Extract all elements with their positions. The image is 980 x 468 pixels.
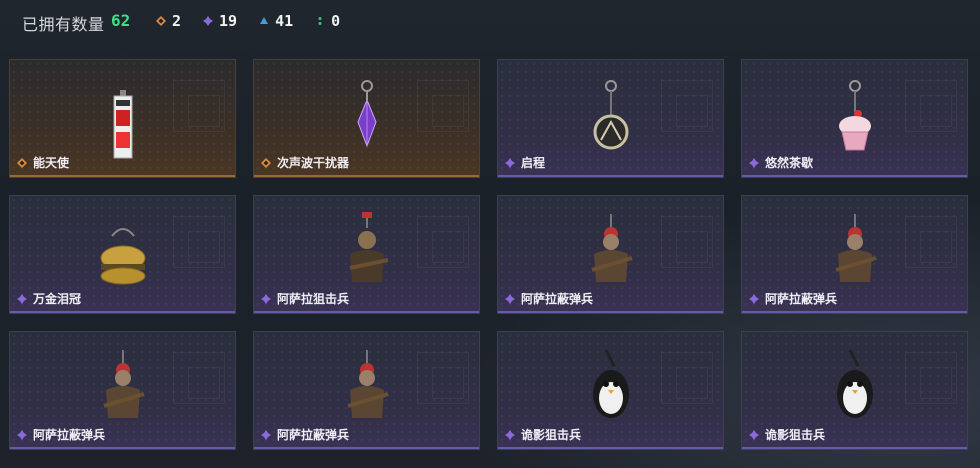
item-grid: 能天使 次声波干扰器 启程 悠然茶歇 万金泪冠 阿萨拉狙击兵 阿萨拉蔽弹兵 阿萨… <box>9 59 968 450</box>
purple-rarity-icon <box>261 293 271 304</box>
item-name-row: 万金泪冠 <box>17 290 81 307</box>
item-name: 能天使 <box>33 156 70 170</box>
penguin-charm-icon <box>836 349 873 418</box>
soldier-charm-icon <box>590 214 633 282</box>
green-count-value: 0 <box>331 12 341 30</box>
card-pattern <box>417 352 469 404</box>
burger-charm-icon <box>100 228 145 285</box>
purple-rarity-icon <box>505 429 515 440</box>
orange-count-value: 2 <box>172 12 182 30</box>
penguin-charm-icon <box>592 349 629 418</box>
item-name: 次声波干扰器 <box>277 156 350 170</box>
item-name-row: 阿萨拉蔽弹兵 <box>261 426 349 443</box>
item-name-row: 阿萨拉蔽弹兵 <box>17 426 105 443</box>
item-name: 万金泪冠 <box>33 292 82 306</box>
item-card[interactable]: 万金泪冠 <box>9 195 236 314</box>
item-name-row: 次声波干扰器 <box>261 154 349 171</box>
item-name: 启程 <box>521 156 546 170</box>
item-name: 阿萨拉狙击兵 <box>277 292 350 306</box>
item-card[interactable]: 悠然茶歇 <box>741 59 968 178</box>
item-card[interactable]: 阿萨拉蔽弹兵 <box>253 331 480 450</box>
item-card[interactable]: 阿萨拉蔽弹兵 <box>497 195 724 314</box>
item-card[interactable]: 次声波干扰器 <box>253 59 480 178</box>
item-name-row: 启程 <box>505 154 545 171</box>
item-card[interactable]: 能天使 <box>9 59 236 178</box>
item-card[interactable]: 阿萨拉蔽弹兵 <box>741 195 968 314</box>
orange-rarity-icon <box>156 16 166 26</box>
medallion-charm-icon <box>593 80 628 150</box>
card-pattern <box>417 216 469 268</box>
card-pattern <box>661 216 713 268</box>
card-pattern <box>661 352 713 404</box>
item-name-row: 诡影狙击兵 <box>749 426 825 443</box>
item-name: 阿萨拉蔽弹兵 <box>765 292 838 306</box>
card-pattern <box>905 80 957 132</box>
item-name: 诡影狙击兵 <box>765 428 826 442</box>
card-pattern <box>173 80 225 132</box>
item-name-row: 阿萨拉蔽弹兵 <box>749 290 837 307</box>
orange-count: 2 <box>156 12 181 30</box>
card-charm-icon <box>113 90 132 159</box>
card-pattern <box>173 352 225 404</box>
card-pattern <box>661 80 713 132</box>
item-name-row: 阿萨拉狙击兵 <box>261 290 349 307</box>
soldier-charm-icon <box>349 212 388 282</box>
soldier-charm-icon <box>102 350 145 418</box>
card-pattern <box>173 216 225 268</box>
item-name-row: 能天使 <box>17 154 69 171</box>
cupcake-charm-icon <box>838 80 871 151</box>
item-name-row: 诡影狙击兵 <box>505 426 581 443</box>
purple-rarity-icon <box>17 293 27 304</box>
orange-rarity-icon <box>261 157 271 168</box>
item-name-row: 阿萨拉蔽弹兵 <box>505 290 593 307</box>
soldier-charm-icon <box>346 350 389 418</box>
purple-rarity-icon <box>505 157 515 168</box>
collection-page: 已拥有数量 62 2 19 41 0 能天使 次声波干扰器 启程 悠然茶歇 万金… <box>0 0 980 468</box>
item-card[interactable]: 诡影狙击兵 <box>741 331 968 450</box>
green-count: 0 <box>315 12 340 30</box>
card-pattern <box>905 352 957 404</box>
blue-rarity-icon <box>260 17 269 24</box>
blue-count-value: 41 <box>275 12 294 30</box>
item-name: 阿萨拉蔽弹兵 <box>33 428 106 442</box>
card-pattern <box>905 216 957 268</box>
purple-count-value: 19 <box>219 12 238 30</box>
crystal-charm-icon <box>356 80 377 148</box>
item-card[interactable]: 阿萨拉蔽弹兵 <box>9 331 236 450</box>
card-pattern <box>417 80 469 132</box>
item-name: 悠然茶歇 <box>765 156 814 170</box>
purple-rarity-icon <box>749 429 759 440</box>
item-name: 阿萨拉蔽弹兵 <box>277 428 350 442</box>
item-card[interactable]: 诡影狙击兵 <box>497 331 724 450</box>
purple-rarity-icon <box>17 429 27 440</box>
item-name: 诡影狙击兵 <box>521 428 582 442</box>
purple-rarity-icon <box>505 293 515 304</box>
item-card[interactable]: 启程 <box>497 59 724 178</box>
summary-bar: 已拥有数量 62 2 19 41 0 <box>0 0 980 44</box>
item-name: 阿萨拉蔽弹兵 <box>521 292 594 306</box>
purple-rarity-icon <box>749 157 759 168</box>
soldier-charm-icon <box>834 214 877 282</box>
item-name-row: 悠然茶歇 <box>749 154 813 171</box>
orange-rarity-icon <box>17 157 27 168</box>
green-rarity-icon <box>318 17 322 25</box>
owned-count: 62 <box>111 11 131 30</box>
purple-count: 19 <box>203 12 237 30</box>
owned-label: 已拥有数量 <box>22 15 105 34</box>
purple-rarity-icon <box>749 293 759 304</box>
rarity-counts: 2 19 41 0 <box>156 12 362 30</box>
item-card[interactable]: 阿萨拉狙击兵 <box>253 195 480 314</box>
purple-rarity-icon <box>203 16 214 26</box>
blue-count: 41 <box>259 12 293 30</box>
purple-rarity-icon <box>261 429 271 440</box>
